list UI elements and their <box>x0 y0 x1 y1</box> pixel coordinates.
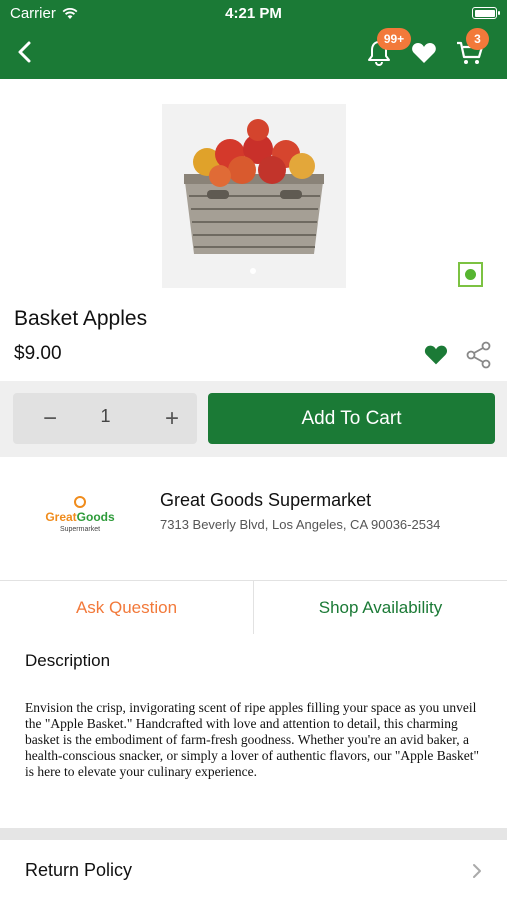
notification-badge: 99+ <box>377 28 411 50</box>
variant-selector[interactable] <box>458 262 483 287</box>
status-bar: Carrier 4:21 PM <box>0 0 507 28</box>
chevron-right-icon <box>473 864 481 878</box>
store-address: 7313 Beverly Blvd, Los Angeles, CA 90036… <box>160 517 441 532</box>
store-logo[interactable]: GreatGoods Supermarket <box>40 496 120 536</box>
return-policy-row[interactable]: Return Policy <box>0 840 507 900</box>
logo-wordmark: GreatGoods <box>45 510 115 524</box>
variant-selected-dot <box>465 269 476 280</box>
back-arrow-icon[interactable] <box>12 38 40 66</box>
cart-count-badge: 3 <box>466 28 489 50</box>
product-name: Basket Apples <box>14 307 148 330</box>
store-name[interactable]: Great Goods Supermarket <box>160 490 371 511</box>
add-to-cart-button[interactable]: Add To Cart <box>208 393 495 444</box>
share-icon[interactable] <box>465 340 493 370</box>
increase-quantity-button[interactable]: + <box>147 393 197 444</box>
status-time: 4:21 PM <box>225 5 282 22</box>
battery-icon <box>472 7 500 19</box>
return-policy-label: Return Policy <box>25 860 133 880</box>
quantity-value[interactable]: 1 <box>83 406 128 427</box>
product-image[interactable] <box>162 104 346 288</box>
logo-subtitle: Supermarket <box>59 526 101 533</box>
wishlist-heart-icon[interactable] <box>409 38 439 68</box>
action-tabs: Ask Question Shop Availability <box>0 580 507 634</box>
description-text: Envision the crisp, invigorating scent o… <box>25 700 479 779</box>
carousel-dot[interactable] <box>250 268 256 274</box>
description-heading: Description <box>25 651 111 670</box>
product-price: $9.00 <box>14 343 62 364</box>
decrease-quantity-button[interactable]: − <box>25 393 75 444</box>
favorite-heart-icon[interactable] <box>422 341 450 369</box>
apple-basket-image <box>184 119 324 254</box>
ask-question-tab[interactable]: Ask Question <box>0 581 253 634</box>
quantity-stepper: − 1 + <box>13 393 197 444</box>
logo-fruit-icon <box>74 496 86 508</box>
app-header: Carrier 4:21 PM 99+ 3 <box>0 0 507 79</box>
shop-availability-tab[interactable]: Shop Availability <box>254 581 507 634</box>
section-separator <box>0 828 507 840</box>
